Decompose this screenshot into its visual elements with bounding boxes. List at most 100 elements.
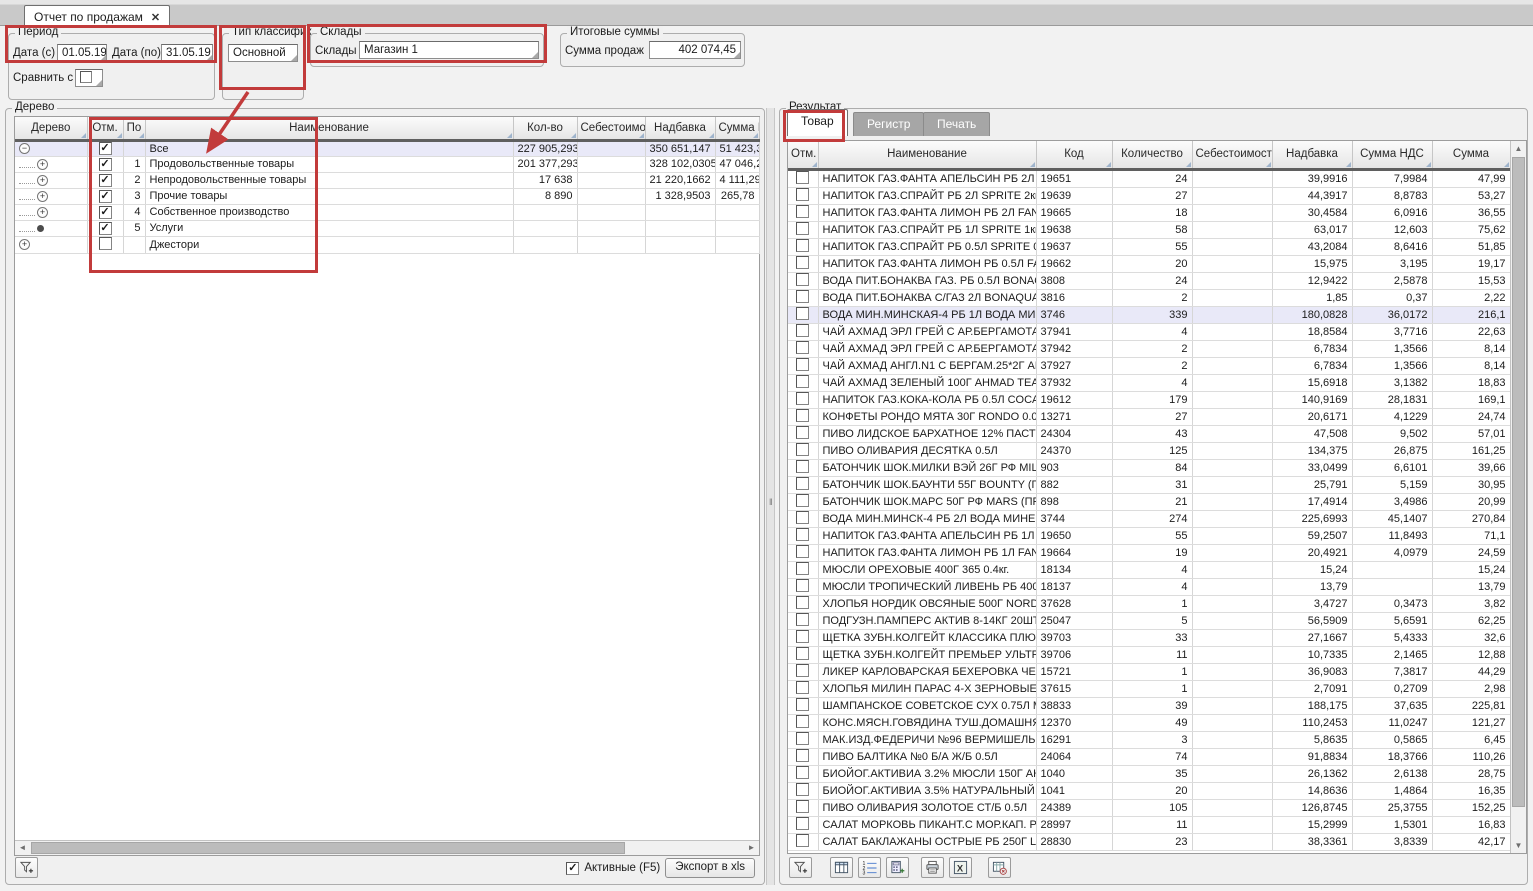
row-checkbox[interactable] [796,256,809,269]
table-row[interactable]: НАПИТОК ГАЗ.ФАНТА ЛИМОН РБ 0.5Л FAI19662… [788,255,1510,272]
row-checkbox[interactable] [796,409,809,422]
column-header[interactable]: Код [1036,141,1112,169]
table-row[interactable]: НАПИТОК ГАЗ.СПРАЙТ РБ 0.5Л SPRITE 0.1963… [788,238,1510,255]
print-icon[interactable] [921,857,944,878]
table-row[interactable]: +✓1Продовольственные товары201 377,29332… [15,156,759,172]
row-checkbox[interactable] [796,528,809,541]
row-checkbox[interactable] [796,494,809,507]
row-checkbox[interactable] [796,681,809,694]
tab-tovar[interactable]: Товар [787,109,848,136]
table-row[interactable]: ВОДА МИН.МИНСК-4 РБ 2Л ВОДА МИНЕР.374427… [788,510,1510,527]
row-checkbox[interactable] [796,460,809,473]
row-checkbox[interactable] [796,732,809,745]
table-row[interactable]: ✓5Услуги [15,220,759,236]
table-row[interactable]: БИОЙОГ.АКТИВИА 3.5% НАТУРАЛЬНЫЙ 11041201… [788,782,1510,799]
result-vscroll-thumb[interactable] [1512,157,1525,807]
table-row[interactable]: ЧАЙ АХМАД ЭРЛ ГРЕЙ С АР.БЕРГАМОТА3794226… [788,340,1510,357]
tab-registr[interactable]: Регистр [853,112,924,136]
table-row[interactable]: +Джестори [15,236,759,253]
table-row[interactable]: ВОДА ПИТ.БОНАКВА ГАЗ. РБ 0.5Л BONAQ38082… [788,272,1510,289]
table-row[interactable]: МЮСЛИ ОРЕХОВЫЕ 400Г 365 0.4кг.18134415,2… [788,561,1510,578]
column-header[interactable]: Наименование [145,117,513,140]
columns-icon[interactable] [830,857,853,878]
row-checkbox[interactable] [796,630,809,643]
column-header[interactable]: Надбавка [645,117,715,140]
row-checkbox[interactable] [796,834,809,847]
row-checkbox[interactable]: ✓ [99,190,112,203]
table-row[interactable]: БАТОНЧИК ШОК.БАУНТИ 55Г BOUNTY (ПР882312… [788,476,1510,493]
table-row[interactable]: НАПИТОК ГАЗ.СПРАЙТ РБ 2Л SPRITE 2кг.1963… [788,187,1510,204]
row-checkbox[interactable] [796,358,809,371]
tab-pechat[interactable]: Печать [923,112,990,136]
table-row[interactable]: МЮСЛИ ТРОПИЧЕСКИЙ ЛИВЕНЬ РБ 400Г18137413… [788,578,1510,595]
panel-splitter[interactable]: ‖ [766,108,775,885]
expand-icon[interactable]: + [37,159,48,170]
row-checkbox[interactable]: ✓ [99,158,112,171]
scroll-down-icon[interactable]: ▼ [1511,838,1526,853]
row-checkbox[interactable] [796,800,809,813]
excel-export-icon[interactable]: X [949,857,972,878]
tab-close-icon[interactable]: ✕ [151,11,160,24]
row-checkbox[interactable] [99,237,112,250]
export-xls-button[interactable]: Экспорт в xls [665,858,755,878]
row-checkbox[interactable] [796,426,809,439]
row-checkbox[interactable] [796,715,809,728]
column-header[interactable]: Отм. [788,141,818,169]
column-header[interactable]: Сумма [1432,141,1510,169]
table-row[interactable]: ЧАЙ АХМАД АНГЛ.N1 С БЕРГАМ.25*2Г АН37927… [788,357,1510,374]
row-checkbox[interactable] [796,766,809,779]
compare-checkbox[interactable] [80,71,92,83]
row-checkbox[interactable] [796,239,809,252]
table-row[interactable]: +✓2Непродовольственные товары17 63821 22… [15,172,759,188]
table-row[interactable]: КОНФЕТЫ РОНДО МЯТА 30Г RONDO 0.031327127… [788,408,1510,425]
table-row[interactable]: ПИВО БАЛТИКА №0 Б/А Ж/Б 0.5Л240647491,88… [788,748,1510,765]
table-row[interactable]: ЧАЙ АХМАД ЭРЛ ГРЕЙ С АР.БЕРГАМОТА3794141… [788,323,1510,340]
table-row[interactable]: НАПИТОК ГАЗ.ФАНТА АПЕЛЬСИН РБ 1Л F196505… [788,527,1510,544]
scroll-left-icon[interactable]: ◄ [15,841,30,855]
table-row[interactable]: КОНС.МЯСН.ГОВЯДИНА ТУШ.ДОМАШНЯЯ123704911… [788,714,1510,731]
table-row[interactable]: +✓3Прочие товары8 8901 328,9503265,78 [15,188,759,204]
row-checkbox[interactable] [796,341,809,354]
tree-hscroll-thumb[interactable] [31,842,625,854]
tab-sales-report[interactable]: Отчет по продажам ✕ [24,5,170,26]
row-checkbox[interactable] [796,392,809,405]
table-row[interactable]: НАПИТОК ГАЗ.КОКА-КОЛА РБ 0.5Л COCA196121… [788,391,1510,408]
table-row[interactable]: ПОДГУЗН.ПАМПЕРС АКТИВ 8-14КГ 20ШТ2504755… [788,612,1510,629]
row-checkbox[interactable] [796,171,809,184]
row-checkbox[interactable] [796,613,809,626]
table-row[interactable]: МАК.ИЗД.ФЕДЕРИЧИ №96 ВЕРМИШЕЛЬ 51629135,… [788,731,1510,748]
table-row[interactable]: ПИВО ОЛИВАРИЯ ЗОЛОТОЕ СТ/Б 0.5Л243891051… [788,799,1510,816]
row-checkbox[interactable] [796,307,809,320]
table-row[interactable]: БИОЙОГ.АКТИВИА 3.2% МЮСЛИ 150Г АКТ104035… [788,765,1510,782]
column-header[interactable]: Себестоимост [1192,141,1272,169]
filter-add-icon[interactable] [789,857,812,878]
row-checkbox[interactable]: ✓ [99,174,112,187]
classifier-select[interactable]: Основной [228,44,298,62]
table-row[interactable]: ПИВО ЛИДСКОЕ БАРХАТНОЕ 12% ПАСТ (2430443… [788,425,1510,442]
row-checkbox[interactable] [796,545,809,558]
date-from-input[interactable]: 01.05.19 [57,44,107,62]
table-row[interactable]: БАТОНЧИК ШОК.МАРС 50Г РФ MARS (ПРИ898211… [788,493,1510,510]
row-checkbox[interactable] [796,817,809,830]
compare-field[interactable] [75,69,103,87]
table-row[interactable]: ХЛОПЬЯ НОРДИК ОВСЯНЫЕ 500Г NORDI3762813,… [788,595,1510,612]
table-row[interactable]: ЧАЙ АХМАД ЗЕЛЕНЫЙ 100Г AHMAD TEA37932415… [788,374,1510,391]
row-checkbox[interactable] [796,324,809,337]
date-to-input[interactable]: 31.05.19 [161,44,213,62]
warehouses-input[interactable]: Магазин 1 [359,41,539,59]
row-checkbox[interactable] [796,562,809,575]
row-checkbox[interactable] [796,647,809,660]
collapse-icon[interactable]: − [19,143,30,154]
scroll-right-icon[interactable]: ► [744,841,759,855]
column-header[interactable]: Отм. [87,117,123,140]
table-row[interactable]: −✓Все227 905,293350 651,14751 423,3 [15,140,759,156]
table-row[interactable]: ВОДА МИН.МИНСКАЯ-4 РБ 1Л ВОДА МИН3746339… [788,306,1510,323]
row-checkbox[interactable] [796,664,809,677]
expand-icon[interactable]: + [37,175,48,186]
row-checkbox[interactable] [796,596,809,609]
row-checkbox[interactable] [796,511,809,524]
row-checkbox[interactable] [796,273,809,286]
table-row[interactable]: БАТОНЧИК ШОК.МИЛКИ ВЭЙ 26Г РФ MILK903843… [788,459,1510,476]
row-checkbox[interactable] [796,443,809,456]
column-header[interactable]: Себестоимо [577,117,645,140]
